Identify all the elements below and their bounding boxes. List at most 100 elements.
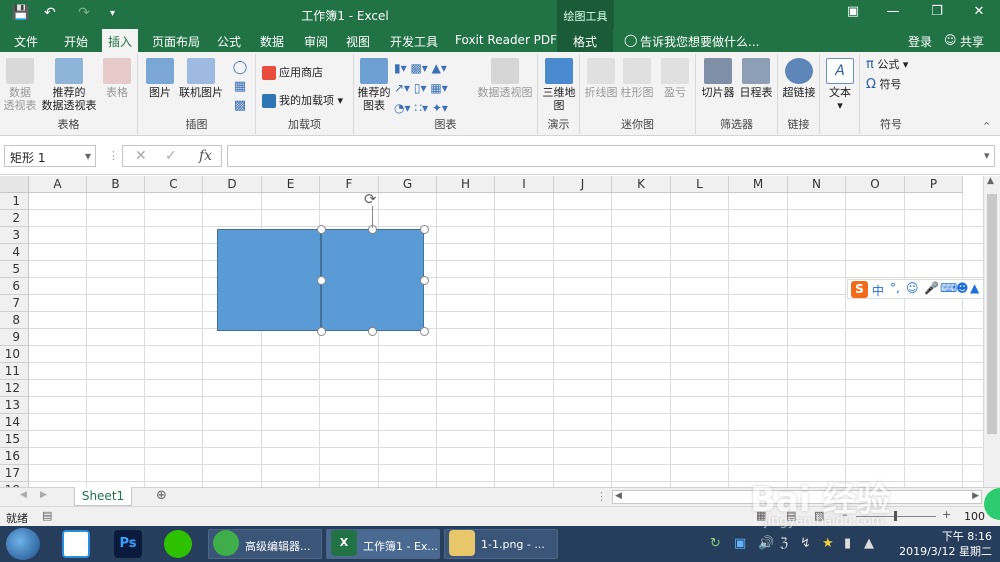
resize-handle-tl[interactable] — [317, 225, 326, 234]
screenshot-icon[interactable]: ▩ — [234, 98, 246, 113]
row-header-8[interactable]: 8 — [0, 312, 29, 329]
restore-icon[interactable]: ❐ — [922, 4, 952, 19]
horizontal-scrollbar[interactable]: ◀ ▶ — [612, 490, 982, 504]
my-addins-button[interactable]: 我的加载项 ▾ — [262, 94, 343, 108]
ime-keyboard-icon[interactable]: ⌨ — [940, 281, 957, 295]
tray-usb-icon[interactable]: ↯ — [800, 536, 811, 551]
tab-review[interactable]: 审阅 — [304, 33, 328, 50]
tab-formulas[interactable]: 公式 — [217, 33, 241, 50]
zoom-in-icon[interactable]: + — [942, 508, 951, 521]
recommended-pivot-button[interactable]: 推荐的 数据透视表 — [40, 58, 98, 112]
tab-insert[interactable]: 插入 — [102, 29, 139, 52]
name-box-dropdown-icon[interactable]: ▾ — [85, 149, 91, 163]
tab-foxit[interactable]: Foxit Reader PDF — [455, 33, 557, 47]
tray-battery-icon[interactable]: ▮ — [844, 536, 851, 551]
row-header-11[interactable]: 11 — [0, 363, 29, 380]
column-header-l[interactable]: L — [671, 176, 729, 193]
tray-security-icon[interactable]: ★ — [822, 536, 834, 551]
row-header-15[interactable]: 15 — [0, 431, 29, 448]
insert-function-button[interactable]: fx — [199, 148, 212, 164]
column-header-d[interactable]: D — [203, 176, 262, 193]
start-button[interactable] — [6, 528, 40, 560]
row-header-4[interactable]: 4 — [0, 244, 29, 261]
pictures-button[interactable]: 图片 — [144, 58, 176, 99]
hierarchy-chart-icon[interactable]: ▩▾ — [410, 61, 427, 75]
row-header-12[interactable]: 12 — [0, 380, 29, 397]
ime-punct-icon[interactable]: °, — [890, 281, 900, 295]
combo-chart-icon[interactable]: ▦▾ — [430, 81, 447, 95]
collapse-ribbon-icon[interactable]: ⌃ — [982, 120, 991, 133]
taskbar-item-excel[interactable]: X 工作簿1 - Ex... — [326, 529, 440, 559]
page-layout-view-icon[interactable]: ▤ — [786, 509, 796, 522]
row-header-5[interactable]: 5 — [0, 261, 29, 278]
vertical-scroll-thumb[interactable] — [987, 194, 997, 434]
radar-chart-icon[interactable]: ✦▾ — [432, 101, 448, 115]
ime-mode-toggle[interactable]: 中 — [872, 282, 884, 299]
row-header-17[interactable]: 17 — [0, 465, 29, 482]
wechat-icon[interactable] — [164, 530, 192, 558]
column-header-i[interactable]: I — [495, 176, 554, 193]
sparkline-column-button[interactable]: 柱形图 — [620, 58, 654, 99]
resize-handle-tr[interactable] — [420, 225, 429, 234]
text-button[interactable]: A 文本 ▾ — [824, 58, 856, 112]
row-header-6[interactable]: 6 — [0, 278, 29, 295]
tab-page-layout[interactable]: 页面布局 — [152, 33, 200, 50]
taskbar-item-paint[interactable]: 1-1.png - ... — [444, 529, 558, 559]
equation-button[interactable]: π 公式 ▾ — [866, 58, 908, 71]
row-header-1[interactable]: 1 — [0, 193, 29, 210]
resize-handle-l[interactable] — [317, 276, 326, 285]
tab-home[interactable]: 开始 — [64, 33, 88, 50]
table-button[interactable]: 表格 — [100, 58, 134, 99]
column-header-m[interactable]: M — [729, 176, 788, 193]
tray-network-icon[interactable]: ▲ — [864, 536, 874, 551]
tab-view[interactable]: 视图 — [346, 33, 370, 50]
rectangle-shape-2[interactable] — [217, 229, 321, 331]
ime-voice-icon[interactable]: 🎤 — [924, 281, 939, 295]
tray-volume-icon[interactable]: 🔊 — [758, 536, 774, 551]
sogou-logo-icon[interactable]: S — [851, 281, 868, 298]
select-all-corner[interactable] — [0, 176, 29, 193]
shapes-icon[interactable]: ◯ — [233, 60, 248, 75]
waterfall-chart-icon[interactable]: ▲▾ — [432, 61, 447, 75]
resize-handle-br[interactable] — [420, 327, 429, 336]
photoshop-icon[interactable]: Ps — [114, 530, 142, 558]
column-header-o[interactable]: O — [846, 176, 905, 193]
tab-developer[interactable]: 开发工具 — [390, 33, 438, 50]
macro-record-icon[interactable]: ▤ — [42, 509, 52, 522]
column-header-n[interactable]: N — [788, 176, 846, 193]
rectangle-shape-selected[interactable] — [321, 229, 424, 331]
column-chart-icon[interactable]: ▮▾ — [394, 61, 407, 75]
tray-bluetooth-icon[interactable]: ℨ — [780, 536, 788, 551]
tell-me-search[interactable]: 告诉我您想要做什么... — [640, 33, 759, 50]
sign-in-link[interactable]: 登录 — [908, 33, 932, 50]
column-header-p[interactable]: P — [905, 176, 963, 193]
row-header-13[interactable]: 13 — [0, 397, 29, 414]
smartart-icon[interactable]: ▦ — [234, 79, 246, 94]
tray-refresh-icon[interactable]: ↻ — [710, 536, 721, 551]
pivot-chart-button[interactable]: 数据透视图 — [476, 58, 534, 99]
baidu-netdisk-icon[interactable] — [62, 530, 90, 558]
ribbon-display-options-icon[interactable]: ▣ — [838, 4, 868, 19]
sparkline-winloss-button[interactable]: 盈亏 — [658, 58, 692, 99]
worksheet-grid[interactable]: A B C D E F G H I J K L M N O P 1 2 3 4 5 6 7 8 9 10 11 12 13 14 15 16 1… — [0, 176, 1000, 487]
resize-handle-b[interactable] — [368, 327, 377, 336]
close-icon[interactable]: ✕ — [964, 4, 994, 19]
next-sheet-icon[interactable]: ▶ — [40, 490, 47, 500]
symbol-button[interactable]: Ω 符号 — [866, 78, 901, 91]
tab-file[interactable]: 文件 — [14, 33, 38, 50]
ime-skin-icon[interactable]: ▲ — [970, 281, 979, 295]
row-header-10[interactable]: 10 — [0, 346, 29, 363]
line-chart-icon[interactable]: ↗▾ — [394, 81, 410, 95]
zoom-out-icon[interactable]: – — [842, 508, 848, 521]
rotate-handle-icon[interactable]: ⟳ — [364, 190, 377, 208]
expand-formula-bar-icon[interactable]: ▾ — [984, 149, 990, 162]
resize-handle-bl[interactable] — [317, 327, 326, 336]
taskbar-item-editor[interactable]: 高级编辑器... — [208, 529, 322, 559]
vertical-scrollbar[interactable]: ▲ — [983, 176, 1000, 487]
stat-chart-icon[interactable]: ▯▾ — [414, 81, 427, 95]
hyperlink-button[interactable]: 超链接 — [780, 58, 818, 99]
tab-split-grip-icon[interactable]: ⋮ — [596, 490, 607, 503]
online-pictures-button[interactable]: 联机图片 — [178, 58, 224, 99]
column-header-k[interactable]: K — [612, 176, 671, 193]
taskbar-clock[interactable]: 下午 8:16 2019/3/12 星期二 — [899, 529, 992, 559]
